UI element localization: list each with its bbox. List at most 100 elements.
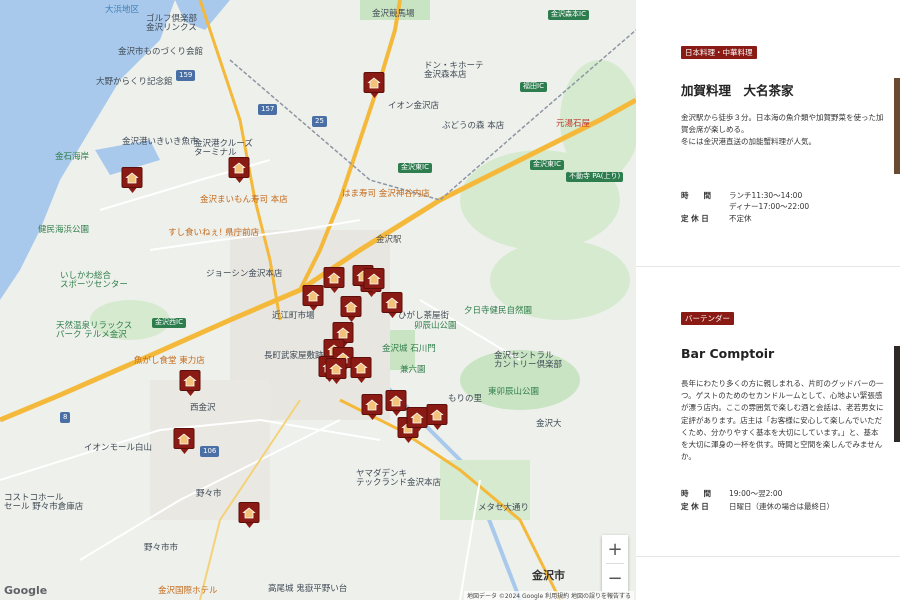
shop-map-pin[interactable]: [302, 285, 324, 311]
shop-marker-icon: [173, 428, 195, 449]
shop-marker-icon: [350, 357, 372, 378]
map-label-sports: いしかわ総合 スポーツセンター: [60, 271, 128, 290]
map-label-yuhi: 夕日寺健民自然園: [464, 306, 533, 316]
entry-divider: [636, 556, 900, 557]
map-label-univ: 金沢大: [536, 419, 562, 429]
shop-marker-icon: [238, 502, 260, 523]
shop-map-pin[interactable]: [325, 358, 347, 384]
map-label-hama-sushi: はま寿司 金沢神谷内店: [342, 189, 430, 199]
shop-map-pin[interactable]: [385, 390, 407, 416]
map-label-castle: 金沢城 石川門: [382, 344, 436, 354]
shop-list: 日本料理・中華料理 加賀料理 大名茶家 金沢駅から徒歩３分。日本海の魚介類や加賀…: [636, 0, 900, 600]
shop-map-pin[interactable]: [173, 428, 195, 454]
map-label-yanagi: 元湯石屋: [556, 119, 591, 129]
map-label-higashi-chaya: ひがし茶屋街: [398, 311, 450, 321]
shop-description: 金沢駅から徒歩３分。日本海の魚介類や加賀野菜を使った加賀会席が楽しめる。 冬には…: [681, 113, 884, 147]
zoom-out-button[interactable]: −: [602, 564, 628, 592]
pin-tip: [309, 306, 317, 311]
shop-marker-icon: [323, 267, 345, 288]
pin-tip: [245, 523, 253, 528]
map-label-costco: コストコホール セール 野々市倉庫店: [4, 493, 84, 512]
pin-tip: [332, 379, 340, 384]
shop-map-pin[interactable]: [381, 292, 403, 318]
zoom-in-button[interactable]: +: [602, 535, 628, 563]
map-label-budo: ぶどうの森 本店: [442, 121, 505, 131]
shop-map-pin[interactable]: [426, 404, 448, 430]
map-label-kaneishi: 金石海岸: [55, 152, 90, 162]
shop-category-tag: 日本料理・中華料理: [681, 46, 757, 59]
shop-closed-row: 定 休 日 不定休: [681, 213, 752, 224]
map-label-moribi: もりの里: [448, 394, 483, 404]
shop-map-pin[interactable]: [363, 268, 385, 294]
pin-tip: [186, 391, 194, 396]
shop-category-tag: バーテンダー: [681, 312, 734, 325]
map-label-kenrokuen: 兼六園: [400, 365, 426, 375]
shop-map-pin[interactable]: [350, 357, 372, 383]
hours-label: 時 間: [681, 489, 711, 498]
map-label-jozen: ジョーシン金沢本店: [206, 269, 283, 279]
shop-map-pin[interactable]: [179, 370, 201, 396]
map-label-meta: メタセ大通り: [478, 503, 530, 513]
pin-tip: [413, 428, 421, 433]
map-label-station: 金沢駅: [376, 235, 402, 245]
pin-tip: [128, 188, 136, 193]
shop-map-pin[interactable]: [361, 394, 383, 420]
map-label-nonoichi: 野々市市: [144, 543, 179, 553]
map-label-intl-hotel: 金沢国際ホテル: [158, 586, 218, 596]
pin-tip: [370, 289, 378, 294]
map-label-seaside-park: 健民海浜公園: [38, 225, 90, 235]
map-label-keiba: 金沢競馬場: [372, 9, 415, 19]
map-label-maimon: 金沢まいもん寿司 本店: [200, 195, 288, 205]
hours-label: 時 間: [681, 191, 711, 200]
map-label-nonoichi-st: 野々市: [196, 489, 222, 499]
pin-tip: [357, 378, 365, 383]
route-shield: 8: [60, 412, 71, 423]
pin-tip: [404, 438, 412, 443]
map-label-nagamachi: 長町武家屋敷跡: [264, 351, 324, 361]
shop-name[interactable]: 加賀料理 大名茶家: [681, 80, 794, 99]
map-label-yasuhara: 大浜地区: [105, 5, 140, 15]
shop-map-pin[interactable]: [340, 296, 362, 322]
zoom-control: + −: [602, 535, 628, 592]
shop-closed-row: 定 休 日 日曜日（連休の場合は最終日）: [681, 501, 834, 512]
closed-label: 定 休 日: [681, 214, 709, 223]
map-label-central: 金沢セントラル カントリー倶楽部: [494, 351, 563, 370]
route-shield: 159: [176, 70, 196, 81]
route-shield: 25: [312, 116, 327, 127]
map-label-higashi-kogen: 東卯辰山公園: [488, 387, 540, 397]
ic-badge-nishi: 金沢西IC: [152, 318, 186, 328]
shop-marker-icon: [302, 285, 324, 306]
map[interactable]: 大浜地区 ゴルフ倶楽部 金沢リンクス 金沢市ものづくり会館 大野からくり記念館 …: [0, 0, 636, 600]
map-label-aeon-hakusan: イオンモール白山: [84, 443, 153, 453]
route-shield: 157: [258, 104, 278, 115]
pin-tip: [370, 93, 378, 98]
map-label-golf: ゴルフ倶楽部 金沢リンクス: [146, 14, 198, 33]
shop-name[interactable]: Bar Comptoir: [681, 346, 774, 361]
pin-tip: [235, 178, 243, 183]
shop-marker-icon: [385, 390, 407, 411]
shop-photo[interactable]: [894, 346, 900, 442]
shop-map-pin[interactable]: [121, 167, 143, 193]
shop-photo[interactable]: [894, 78, 900, 174]
map-label-monozukuri: 金沢市ものづくり会館: [118, 47, 204, 57]
shop-map-pin[interactable]: [238, 502, 260, 528]
shop-marker-icon: [361, 394, 383, 415]
shop-marker-icon: [179, 370, 201, 391]
shop-map-pin[interactable]: [228, 157, 250, 183]
ic-badge-kanagawa-higashi: 金沢東IC: [530, 160, 564, 170]
map-label-kanazawa-port: 金沢港いきいき魚市: [122, 137, 199, 147]
map-label-sushi-iine: すし食いねぇ! 県庁前店: [168, 228, 260, 238]
shop-map-pin[interactable]: [363, 72, 385, 98]
map-label-utatsuyama: 卯辰山公園: [414, 321, 457, 331]
shop-map-pin[interactable]: [323, 267, 345, 293]
map-label-tenzen: 天然温泉リラックス パーク テルメ金沢: [56, 321, 133, 340]
shop-marker-icon: [363, 268, 385, 289]
entry-divider: [636, 266, 900, 267]
shop-map-pin[interactable]: [406, 407, 428, 433]
shop-description: 長年にわたり多くの方に親しまれる、片町のグッドバーの一つ。ゲストのためのセカンド…: [681, 379, 884, 462]
ic-badge-higashi: 金沢東IC: [398, 163, 432, 173]
map-label-aeon-kanazawa: イオン金沢店: [388, 101, 440, 111]
hours-value: ランチ11:30～14:00 ディナー17:00～22:00: [729, 191, 810, 211]
map-copyright[interactable]: 地図データ ©2024 Google 利用規約 地図の誤りを報告する: [463, 591, 634, 600]
shop-marker-icon: [426, 404, 448, 425]
